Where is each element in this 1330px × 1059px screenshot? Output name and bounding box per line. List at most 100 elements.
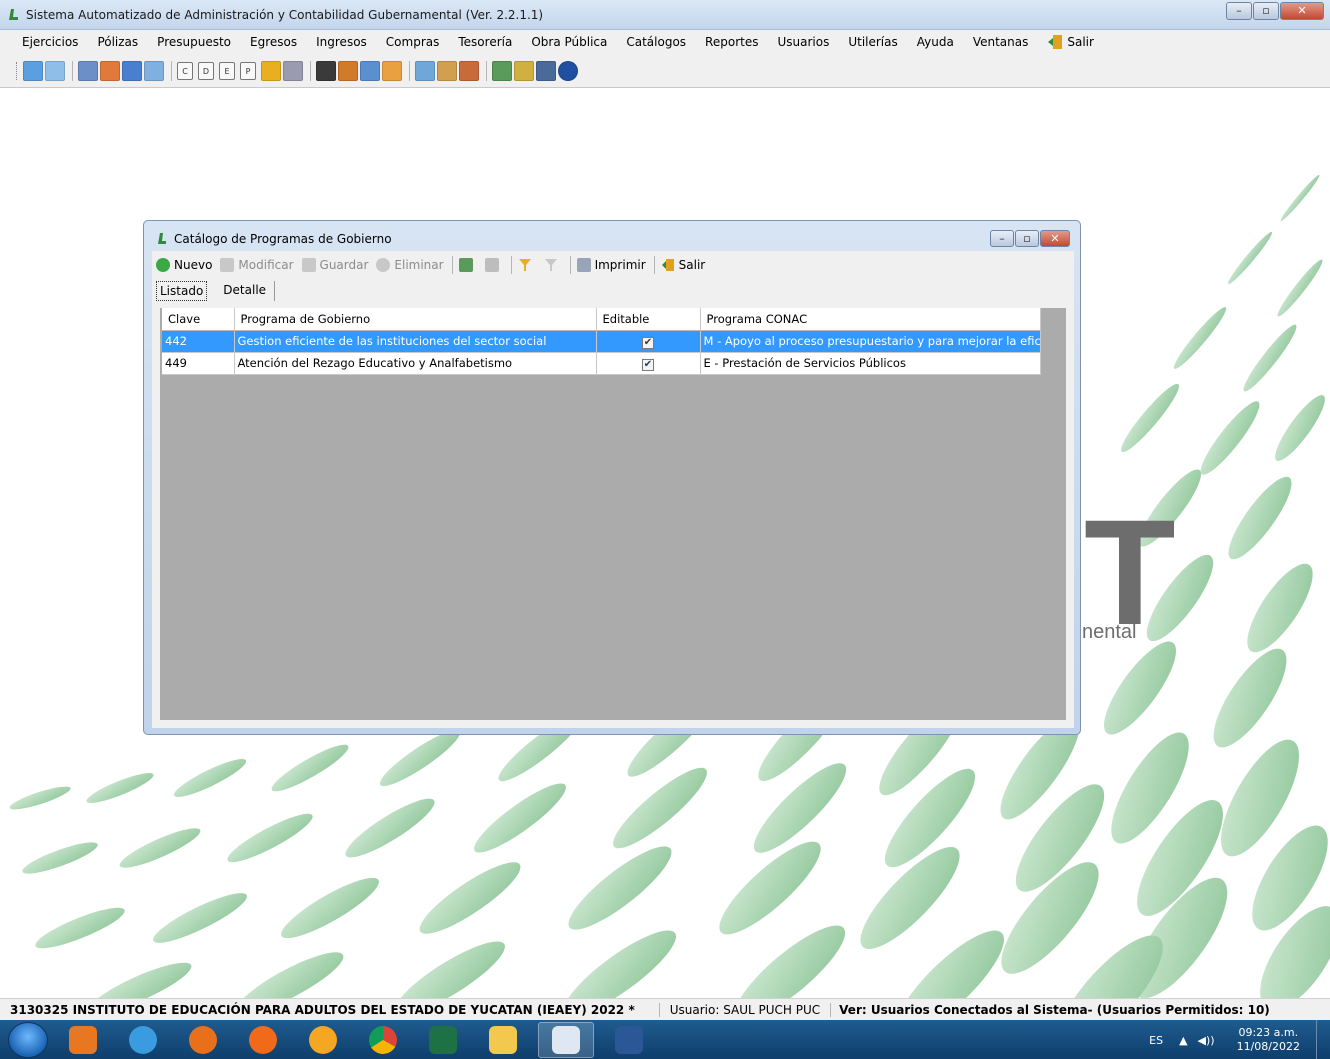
tree-icon[interactable] [492,60,512,81]
grid-icon[interactable] [144,60,164,81]
clipboard-icon[interactable] [316,60,336,81]
salir-button[interactable]: Salir [661,258,705,272]
taskbar-outlook[interactable] [58,1022,108,1058]
windows-taskbar: ES ▲ ◀)) 09:23 a.m. 11/08/2022 [0,1020,1330,1059]
cell-conac[interactable]: M - Apoyo al proceso presupuestario y pa… [700,330,1041,353]
guardar-button[interactable]: Guardar [301,258,368,272]
refresh-icon[interactable] [23,60,43,81]
export-button[interactable] [458,258,477,272]
export-icon [458,258,473,272]
start-button[interactable] [8,1021,48,1058]
editable-checkbox[interactable]: ✔ [642,336,654,349]
taskbar-app-orange[interactable] [238,1022,288,1058]
cell-editable[interactable]: ✔ [596,330,701,353]
taskbar-chrome[interactable] [358,1022,408,1058]
status-connected-users-link[interactable]: Ver: Usuarios Conectados al Sistema [839,1003,1087,1017]
volume-icon[interactable]: ◀)) [1198,1034,1215,1047]
child-close-button[interactable]: ✕ [1040,230,1070,247]
letter-e-icon[interactable]: E [219,61,235,80]
show-hidden-icons-button[interactable]: ▲ [1179,1034,1187,1047]
table-row[interactable]: 442 Gestion eficiente de las institucion… [162,330,1041,353]
report-icon[interactable] [415,60,435,81]
menu-presupuesto[interactable]: Presupuesto [157,35,231,49]
table-row[interactable]: 449 Atención del Rezago Educativo y Anal… [162,352,1041,375]
taskbar-explorer[interactable] [478,1022,528,1058]
column-header-clave[interactable]: Clave [162,308,235,331]
menu-compras[interactable]: Compras [386,35,440,49]
cancel-button[interactable] [484,258,503,272]
language-indicator[interactable]: ES [1149,1034,1163,1047]
window-title: Sistema Automatizado de Administración y… [26,8,544,22]
taskbar-app-shield[interactable] [298,1022,348,1058]
box-icon[interactable] [382,60,402,81]
journal-icon[interactable] [122,60,142,81]
tab-listado[interactable]: Listado [156,281,208,301]
pe-icon[interactable] [261,60,281,81]
child-minimize-button[interactable]: – [990,230,1014,247]
chrome-icon [369,1025,397,1054]
close-button[interactable]: ✕ [1280,2,1324,20]
programs-catalog-window: Catálogo de Programas de Gobierno – ▫ ✕ … [143,220,1081,735]
column-header-programa[interactable]: Programa de Gobierno [234,308,597,331]
help-icon[interactable] [558,60,578,81]
letter-d-icon[interactable]: D [198,61,214,80]
cell-editable[interactable]: ✔ [596,352,701,375]
maximize-button[interactable]: ▫ [1253,2,1279,20]
main-title-bar[interactable]: Sistema Automatizado de Administración y… [0,0,1330,30]
cell-clave[interactable]: 442 [162,330,235,353]
menu-ayuda[interactable]: Ayuda [917,35,954,49]
accounts-icon[interactable] [78,60,98,81]
menu-egresos[interactable]: Egresos [250,35,297,49]
taskbar-word[interactable] [604,1022,654,1058]
menu-salir[interactable]: Salir [1067,35,1094,49]
show-desktop-button[interactable] [1316,1020,1330,1059]
exit-door-icon[interactable] [1047,34,1063,50]
taskbar-saacg[interactable] [538,1021,594,1058]
menu-tesoreria[interactable]: Tesorería [458,35,512,49]
letter-p-icon[interactable]: P [240,61,256,80]
users-icon[interactable] [514,60,534,81]
clear-filter-button[interactable] [544,258,562,272]
minimize-button[interactable]: – [1226,2,1252,20]
edit-icon[interactable] [338,60,358,81]
taskbar-excel[interactable] [418,1022,468,1058]
tab-detalle[interactable]: Detalle [215,281,276,301]
clock[interactable]: 09:23 a.m. 11/08/2022 [1237,1026,1300,1054]
taskbar-firefox[interactable] [178,1022,228,1058]
cell-programa[interactable]: Gestion eficiente de las instituciones d… [234,330,597,353]
folder-icon[interactable] [360,60,380,81]
menu-obra-publica[interactable]: Obra Pública [531,35,607,49]
letter-c-icon[interactable]: C [177,61,193,80]
tags-icon[interactable] [459,60,479,81]
menu-catalogos[interactable]: Catálogos [626,35,686,49]
eliminar-button[interactable]: Eliminar [376,258,444,272]
clock-date: 11/08/2022 [1236,1040,1300,1053]
print-icon[interactable] [283,60,303,81]
cell-clave[interactable]: 449 [162,352,235,375]
editable-checkbox[interactable]: ✔ [642,358,654,371]
child-maximize-button[interactable]: ▫ [1015,230,1039,247]
modificar-button[interactable]: Modificar [220,258,294,272]
toolbar-grip[interactable] [16,61,19,80]
menu-ventanas[interactable]: Ventanas [973,35,1029,49]
menu-reportes[interactable]: Reportes [705,35,758,49]
toolbar-separator [510,256,512,274]
cell-programa[interactable]: Atención del Rezago Educativo y Analfabe… [234,352,597,375]
column-header-editable[interactable]: Editable [596,308,701,331]
tools-icon[interactable] [437,60,457,81]
imprimir-button[interactable]: Imprimir [576,258,646,272]
nuevo-button[interactable]: Nuevo [156,258,212,272]
filter-button[interactable] [518,258,536,272]
excel-icon [429,1025,457,1054]
column-header-conac[interactable]: Programa CONAC [700,308,1041,331]
menu-polizas[interactable]: Pólizas [97,35,138,49]
menu-ingresos[interactable]: Ingresos [316,35,367,49]
menu-utilerias[interactable]: Utilerías [848,35,897,49]
taskbar-ie[interactable] [118,1022,168,1058]
calculator-icon[interactable] [536,60,556,81]
menu-ejercicios[interactable]: Ejercicios [22,35,78,49]
transfer-icon[interactable] [100,60,120,81]
menu-usuarios[interactable]: Usuarios [777,35,829,49]
cell-conac[interactable]: E - Prestación de Servicios Públicos [700,352,1041,375]
document-icon[interactable] [45,60,65,81]
